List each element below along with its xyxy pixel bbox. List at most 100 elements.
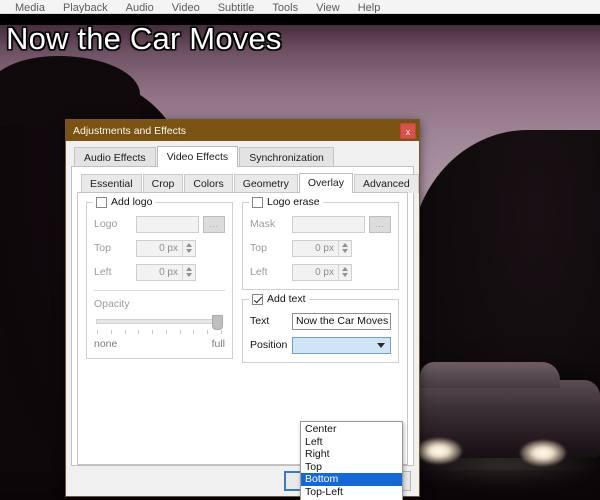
add-logo-label[interactable]: Add logo xyxy=(111,196,152,208)
tab-video-effects[interactable]: Video Effects xyxy=(156,146,239,167)
opacity-scale-labels: none full xyxy=(94,338,225,350)
logo-browse-button[interactable]: ... xyxy=(203,215,225,233)
add-text-label[interactable]: Add text xyxy=(267,293,306,305)
opacity-slider-handle[interactable] xyxy=(212,315,223,330)
opacity-slider-ticks xyxy=(97,330,222,334)
mask-left-row: Left 0 px xyxy=(250,263,391,281)
menu-item-subtitle[interactable]: Subtitle xyxy=(209,2,264,13)
video-letterbox-band xyxy=(0,14,600,25)
mask-top-stepper-arrows[interactable] xyxy=(338,240,351,256)
mask-top-stepper[interactable]: 0 px xyxy=(292,239,352,257)
dropdown-option-right[interactable]: Right xyxy=(301,448,402,461)
logo-left-value: 0 px xyxy=(159,266,178,278)
opacity-section: Opacity none full xyxy=(94,290,225,350)
dialog-body: Audio Effects Video Effects Synchronizat… xyxy=(66,141,419,500)
dropdown-option-top-left[interactable]: Top-Left xyxy=(301,486,402,499)
headlight-left-icon xyxy=(416,438,462,464)
menu-item-playback[interactable]: Playback xyxy=(54,2,117,13)
add-logo-group: Add logo Logo ... Top 0 px Left 0 px Opa… xyxy=(86,196,233,359)
mask-top-row: Top 0 px xyxy=(250,239,391,257)
tab-overlay[interactable]: Overlay xyxy=(298,173,354,193)
tab-colors[interactable]: Colors xyxy=(184,174,233,193)
chevron-down-icon[interactable] xyxy=(377,342,385,348)
chevron-up-icon[interactable] xyxy=(186,267,192,271)
menu-item-video[interactable]: Video xyxy=(163,2,209,13)
chevron-up-icon[interactable] xyxy=(342,243,348,247)
logo-left-stepper[interactable]: 0 px xyxy=(136,263,196,281)
mask-left-stepper-arrows[interactable] xyxy=(338,264,351,280)
overlay-left-column: Add logo Logo ... Top 0 px Left 0 px Opa… xyxy=(86,196,233,363)
dialog-title: Adjustments and Effects xyxy=(73,124,187,137)
menu-item-audio[interactable]: Audio xyxy=(117,2,163,13)
headlight-right-icon xyxy=(520,440,566,466)
menu-item-view[interactable]: View xyxy=(307,2,349,13)
logo-top-stepper[interactable]: 0 px xyxy=(136,239,196,257)
text-row: Text Now the Car Moves xyxy=(250,312,391,330)
chevron-up-icon[interactable] xyxy=(342,267,348,271)
overlay-panel: Add logo Logo ... Top 0 px Left 0 px Opa… xyxy=(77,192,408,500)
mask-left-value: 0 px xyxy=(315,266,334,278)
chevron-up-icon[interactable] xyxy=(186,243,192,247)
adjustments-and-effects-dialog: Adjustments and Effects x Audio Effects … xyxy=(65,119,420,500)
dropdown-option-center[interactable]: Center xyxy=(301,423,402,436)
add-logo-legend: Add logo xyxy=(93,196,156,208)
logo-top-row: Top 0 px xyxy=(94,239,225,257)
logo-top-stepper-arrows[interactable] xyxy=(182,240,195,256)
logo-left-label: Left xyxy=(94,266,112,278)
opacity-slider[interactable] xyxy=(96,315,223,330)
logo-erase-checkbox[interactable] xyxy=(252,196,263,208)
opacity-label: Opacity xyxy=(94,298,130,310)
mask-left-label: Left xyxy=(250,266,268,278)
mask-left-stepper[interactable]: 0 px xyxy=(292,263,352,281)
logo-erase-group: Logo erase Mask ... Top 0 px Left 0 px xyxy=(242,196,399,290)
tab-essential[interactable]: Essential xyxy=(81,174,142,193)
opacity-min-label: none xyxy=(94,338,118,350)
chevron-down-icon[interactable] xyxy=(342,273,348,277)
add-text-checkbox[interactable] xyxy=(252,293,263,305)
menu-item-media[interactable]: Media xyxy=(6,2,54,13)
dialog-title-bar[interactable]: Adjustments and Effects x xyxy=(66,120,419,141)
position-combobox[interactable] xyxy=(292,336,391,354)
car-roof xyxy=(420,362,560,388)
dropdown-option-left[interactable]: Left xyxy=(301,436,402,449)
logo-erase-label[interactable]: Logo erase xyxy=(267,196,320,208)
chevron-down-icon[interactable] xyxy=(186,249,192,253)
menu-item-help[interactable]: Help xyxy=(349,2,390,13)
chevron-down-icon[interactable] xyxy=(342,249,348,253)
logo-path-input[interactable] xyxy=(136,215,199,233)
application-menu-bar: Media Playback Audio Video Subtitle Tool… xyxy=(0,0,600,14)
tab-synchronization[interactable]: Synchronization xyxy=(239,147,334,167)
opacity-slider-track[interactable] xyxy=(96,319,223,324)
dropdown-option-top[interactable]: Top xyxy=(301,461,402,474)
position-dropdown-list[interactable]: Center Left Right Top Bottom Top-Left To… xyxy=(300,421,403,500)
logo-row: Logo ... xyxy=(94,215,225,233)
logo-left-stepper-arrows[interactable] xyxy=(182,264,195,280)
mask-top-label: Top xyxy=(250,242,267,254)
overlay-text-input[interactable]: Now the Car Moves xyxy=(292,312,391,330)
video-overlay-title: Now the Car Moves xyxy=(6,21,282,56)
mask-browse-button[interactable]: ... xyxy=(369,215,391,233)
menu-item-tools[interactable]: Tools xyxy=(263,2,307,13)
dropdown-option-bottom[interactable]: Bottom xyxy=(301,473,402,486)
logo-top-label: Top xyxy=(94,242,111,254)
chevron-down-icon[interactable] xyxy=(186,273,192,277)
mask-field-label: Mask xyxy=(250,218,276,230)
logo-erase-legend: Logo erase xyxy=(249,196,323,208)
tab-advanced[interactable]: Advanced xyxy=(354,174,419,193)
inner-tab-bar: Essential Crop Colors Geometry Overlay A… xyxy=(77,172,419,193)
close-icon[interactable]: x xyxy=(400,122,416,139)
logo-field-label: Logo xyxy=(94,218,118,230)
video-effects-panel: Essential Crop Colors Geometry Overlay A… xyxy=(71,166,419,500)
mask-path-input[interactable] xyxy=(292,215,365,233)
tab-geometry[interactable]: Geometry xyxy=(233,174,298,193)
opacity-max-label: full xyxy=(211,338,225,350)
tab-audio-effects[interactable]: Audio Effects xyxy=(74,147,156,167)
overlay-right-column: Logo erase Mask ... Top 0 px Left 0 px A… xyxy=(242,196,399,363)
position-field-label: Position xyxy=(250,339,288,351)
tab-crop[interactable]: Crop xyxy=(142,174,184,193)
add-logo-checkbox[interactable] xyxy=(96,196,107,208)
position-row: Position xyxy=(250,336,391,354)
text-field-label: Text xyxy=(250,315,270,327)
outer-tab-bar: Audio Effects Video Effects Synchronizat… xyxy=(71,145,414,167)
logo-top-value: 0 px xyxy=(159,242,178,254)
